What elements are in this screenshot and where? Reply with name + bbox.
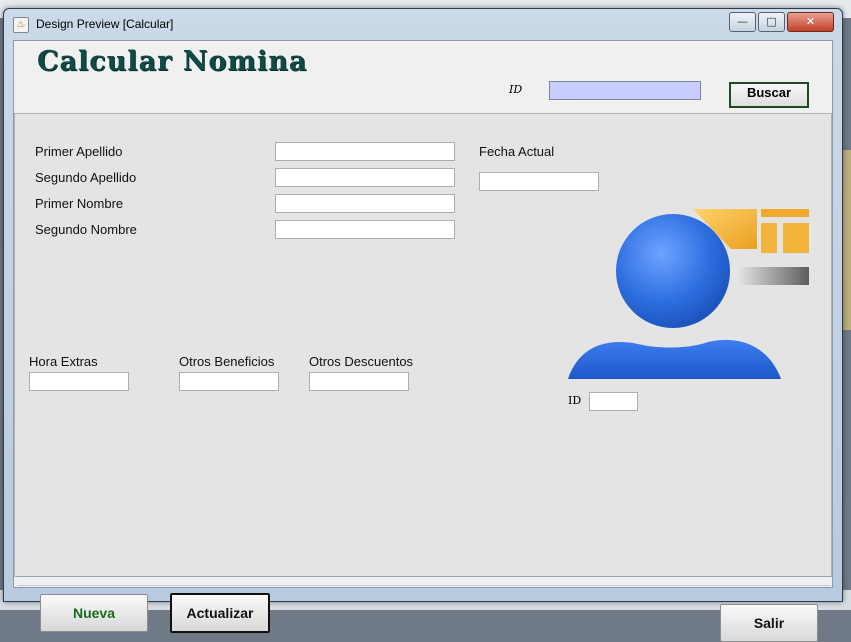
hora-extras-input[interactable] xyxy=(29,372,129,391)
avatar-head xyxy=(616,214,730,328)
form-panel: Primer Apellido Segundo Apellido Primer … xyxy=(14,113,832,642)
header-bar: Calcular Nomina ID Buscar xyxy=(14,41,832,113)
segundo-apellido-input[interactable] xyxy=(275,168,455,187)
title-bar[interactable]: ♨ Design Preview [Calcular] — □ ✕ xyxy=(4,9,842,39)
segundo-nombre-input[interactable] xyxy=(275,220,455,239)
segundo-nombre-label: Segundo Nombre xyxy=(35,222,137,237)
fecha-actual-label: Fecha Actual xyxy=(479,144,555,159)
otros-descuentos-input[interactable] xyxy=(309,372,409,391)
hora-extras-label: Hora Extras xyxy=(29,354,98,369)
logo-gray-bar xyxy=(737,267,809,285)
primer-apellido-input[interactable] xyxy=(275,142,455,161)
client-area: Calcular Nomina ID Buscar Primer Apellid… xyxy=(13,40,833,642)
java-app-icon: ♨ xyxy=(13,17,29,33)
avatar-body xyxy=(568,339,781,379)
primer-nombre-label: Primer Nombre xyxy=(35,196,124,211)
logo-gold-block-right xyxy=(783,223,809,253)
otros-descuentos-label: Otros Descuentos xyxy=(309,354,414,369)
id-search-label: ID xyxy=(509,83,523,96)
fecha-actual-input[interactable] xyxy=(479,172,599,191)
buscar-button[interactable]: Buscar xyxy=(729,82,809,108)
mini-id-label: ID xyxy=(568,394,582,407)
primer-apellido-label: Primer Apellido xyxy=(35,144,123,159)
logo-gold-block-left xyxy=(761,223,777,253)
otros-beneficios-input[interactable] xyxy=(179,372,279,391)
actualizar-button[interactable]: Actualizar xyxy=(170,593,270,633)
segundo-apellido-label: Segundo Apellido xyxy=(35,170,137,185)
nueva-button[interactable]: Nueva xyxy=(40,594,148,632)
page-title: Calcular Nomina xyxy=(37,46,308,77)
logo-gold-bar xyxy=(761,209,809,217)
close-button[interactable]: ✕ xyxy=(787,12,834,32)
primer-nombre-input[interactable] xyxy=(275,194,455,213)
maximize-button[interactable]: □ xyxy=(758,12,785,32)
mini-id-input[interactable] xyxy=(589,392,638,411)
status-bar xyxy=(17,576,831,586)
minimize-button[interactable]: — xyxy=(729,12,756,32)
id-search-input[interactable] xyxy=(549,81,701,100)
otros-beneficios-label: Otros Beneficios xyxy=(179,354,275,369)
app-window: ♨ Design Preview [Calcular] — □ ✕ Calcul… xyxy=(3,8,843,642)
user-avatar-logo-icon xyxy=(568,209,809,379)
window-title: Design Preview [Calcular] xyxy=(36,17,174,31)
